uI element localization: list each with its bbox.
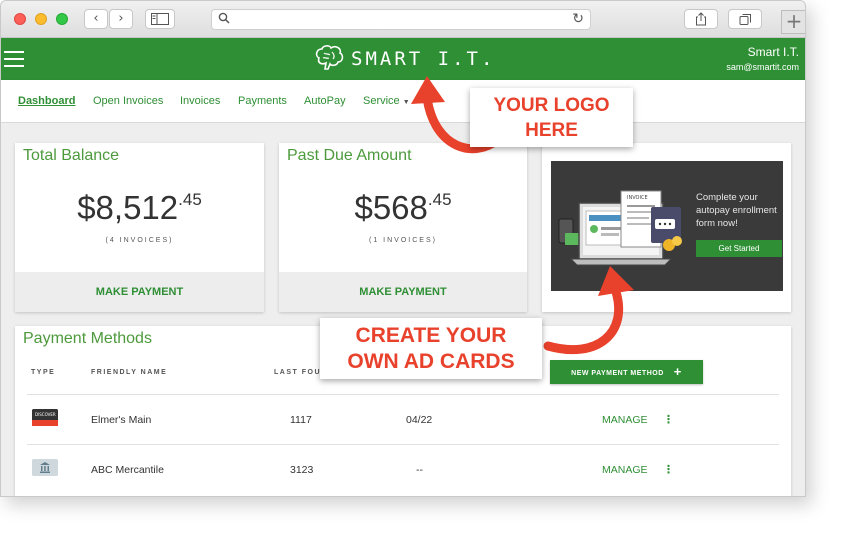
past-due-title: Past Due Amount [287,147,412,164]
svg-text:DISCOVER: DISCOVER [35,412,56,417]
more-options-icon[interactable]: ⋮ [663,413,674,426]
browser-window: ‹ › ↻ + SMART I.T. Smart I.T. sam@smarti… [0,0,806,497]
tabs-overview-button[interactable] [728,9,762,29]
discover-card-icon: DISCOVER [32,409,58,426]
new-tab-button[interactable]: + [781,10,805,34]
plus-icon: + [673,364,682,379]
user-email: sam@smartit.com [726,62,799,72]
more-options-icon[interactable]: ⋮ [663,463,674,476]
tabs-icon [739,14,751,25]
method-expiry: 04/22 [406,414,433,426]
brain-icon [315,45,344,70]
method-name: ABC Mercantile [91,464,164,476]
tab-service[interactable]: Service ▼ [363,95,410,107]
past-due-amount: $568.45 [279,189,527,227]
bank-icon [32,459,58,476]
brand-name: SMART I.T. [351,48,496,70]
column-header-last-four: LAST FOU [274,369,321,376]
new-payment-method-button[interactable]: NEW PAYMENT METHOD + [550,360,703,384]
sidebar-icon [151,13,169,25]
past-due-count: (1 INVOICES) [369,237,437,244]
past-due-amount-cents: .45 [427,190,452,209]
ad-callout-line1: CREATE YOUR [355,324,507,347]
ad-callout: CREATE YOUR OWN AD CARDS [320,318,542,379]
dashboard-content: Total Balance $8,512.45 (4 INVOICES) MAK… [1,123,805,496]
ad-text: Complete your autopay enrollment form no… [696,192,777,229]
user-info[interactable]: Smart I.T. sam@smartit.com [726,45,799,72]
ad-callout-line2: OWN AD CARDS [347,350,515,373]
address-bar[interactable]: ↻ [211,9,591,30]
logo-callout: YOUR LOGO HERE [470,88,633,147]
tab-autopay[interactable]: AutoPay [304,95,346,107]
method-name: Elmer's Main [91,414,152,426]
get-started-button[interactable]: Get Started [696,240,782,257]
column-header-type: TYPE [31,369,56,376]
back-button[interactable]: ‹ [84,9,108,29]
tab-service-label: Service [363,95,400,107]
method-last-four: 1117 [290,414,312,426]
ad-callout-arrow [543,266,634,355]
table-row: DISCOVER Elmer's Main 1117 04/22 MANAGE … [27,394,779,444]
tab-payments[interactable]: Payments [238,95,287,107]
method-expiry: -- [416,464,423,476]
total-balance-amount-main: $8,512 [77,189,179,226]
sidebar-toggle-button[interactable] [145,9,175,29]
past-due-card: Past Due Amount $568.45 (1 INVOICES) MAK… [279,143,527,312]
logo-callout-line2: HERE [525,120,578,141]
past-due-amount-main: $568 [354,189,428,226]
past-due-make-payment-button[interactable]: MAKE PAYMENT [279,272,527,312]
forward-button[interactable]: › [109,9,133,29]
new-payment-method-label: NEW PAYMENT METHOD [571,370,664,377]
total-balance-title: Total Balance [23,147,120,164]
total-balance-count: (4 INVOICES) [105,237,174,244]
share-button[interactable] [684,9,718,29]
manage-button[interactable]: MANAGE [602,414,648,426]
column-header-friendly-name: FRIENDLY NAME [91,369,168,376]
tab-dashboard[interactable]: Dashboard [18,95,75,107]
maximize-window-button[interactable] [56,13,68,25]
method-last-four: 3123 [290,464,314,476]
manage-button[interactable]: MANAGE [602,464,648,476]
total-balance-amount: $8,512.45 [15,189,264,227]
screenshot-stage: ‹ › ↻ + SMART I.T. Smart I.T. sam@smarti… [0,0,843,534]
main-nav: Dashboard Open Invoices Invoices Payment… [1,80,805,123]
make-payment-button[interactable]: MAKE PAYMENT [15,272,264,312]
tab-open-invoices[interactable]: Open Invoices [93,95,163,107]
table-row: ABC Mercantile 3123 -- MANAGE ⋮ [27,444,779,494]
total-balance-card: Total Balance $8,512.45 (4 INVOICES) MAK… [15,143,264,312]
user-name: Smart I.T. [747,45,799,59]
share-icon [696,12,706,26]
minimize-window-button[interactable] [35,13,47,25]
payment-methods-title: Payment Methods [23,330,152,347]
tab-invoices[interactable]: Invoices [180,95,220,107]
reload-icon[interactable]: ↻ [572,11,584,27]
invoice-label: INVOICE [627,195,648,201]
browser-toolbar: ‹ › ↻ + [1,1,805,38]
total-balance-amount-cents: .45 [178,190,202,209]
logo-callout-line1: YOUR LOGO [493,95,610,116]
close-window-button[interactable] [14,13,26,25]
search-icon [218,12,230,27]
menu-icon[interactable] [4,51,24,67]
app-header: SMART I.T. Smart I.T. sam@smartit.com [1,38,805,80]
